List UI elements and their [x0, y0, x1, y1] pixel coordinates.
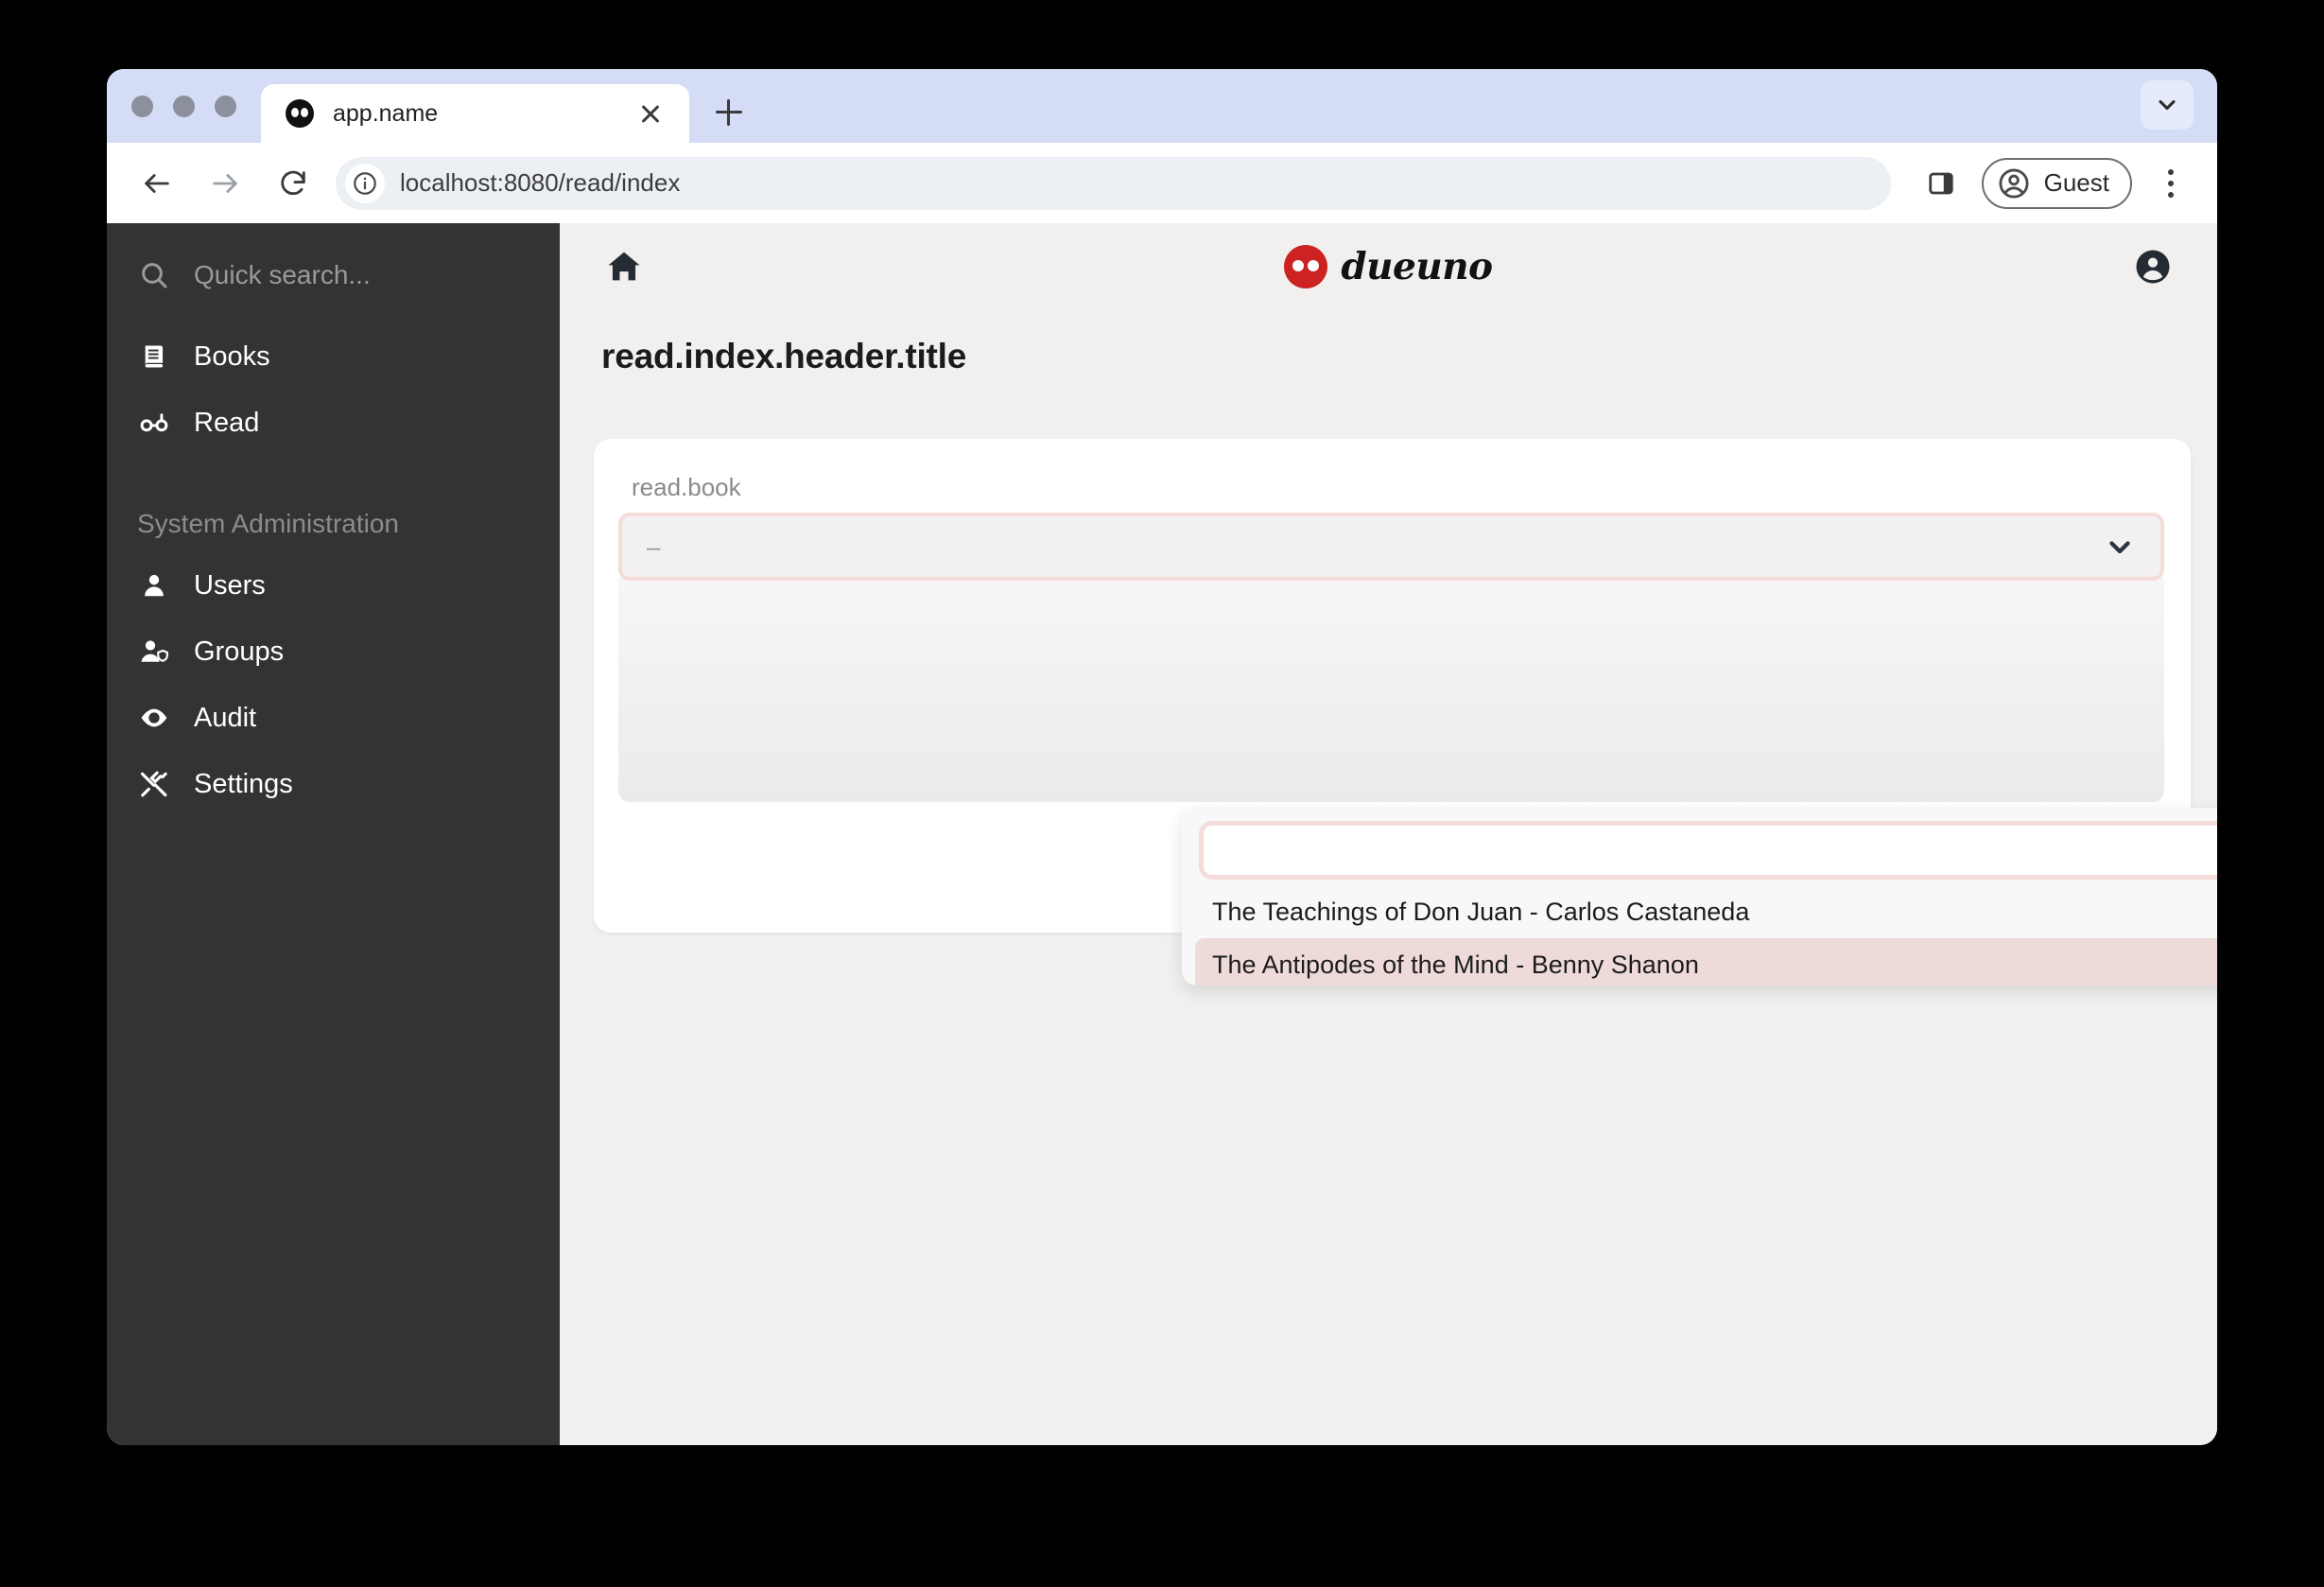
profile-label: Guest [2043, 168, 2109, 197]
sidebar-item-label: Settings [194, 768, 293, 799]
profile-button[interactable]: Guest [1981, 157, 2132, 209]
person-icon [137, 568, 171, 602]
sidebar-item-audit[interactable]: Audit [107, 685, 560, 751]
info-circle-icon[interactable] [345, 163, 385, 203]
brand-logo: dueuno [560, 245, 2217, 288]
sidebar-item-label: Groups [194, 636, 285, 667]
tools-icon [137, 767, 171, 801]
book-icon [137, 340, 171, 374]
chevron-down-icon[interactable] [2104, 531, 2136, 563]
sidebar-item-read[interactable]: Read [107, 390, 560, 456]
sidebar-item-label: Books [194, 340, 270, 372]
app-header: dueuno [560, 223, 2217, 310]
chevron-down-icon[interactable] [2141, 80, 2194, 130]
browser-window: app.name localhost:8080/read/index Guest… [107, 69, 2217, 1445]
glasses-icon [137, 406, 171, 440]
sidebar-item-label: Audit [194, 702, 257, 733]
book-select-value: – [647, 532, 661, 561]
page-title: read.index.header.title [601, 337, 967, 375]
side-panel-icon[interactable] [1917, 160, 1965, 207]
kebab-menu-icon[interactable] [2149, 158, 2193, 209]
sidebar-item-books[interactable]: Books [107, 323, 560, 390]
address-bar[interactable]: localhost:8080/read/index [336, 156, 1891, 210]
brand-name: dueuno [1341, 245, 1493, 288]
maximize-window-button[interactable] [215, 95, 236, 117]
sidebar-item-label: Read [194, 407, 260, 438]
sidebar-item-users[interactable]: Users [107, 552, 560, 619]
tab-title: app.name [333, 99, 439, 127]
plus-icon[interactable] [702, 86, 755, 139]
browser-tab[interactable]: app.name [261, 84, 689, 143]
dropdown-search-input[interactable] [1199, 821, 2217, 880]
dueuno-dots-icon [286, 99, 314, 128]
arrow-right-icon[interactable] [199, 158, 251, 209]
card-body-surface [618, 577, 2164, 802]
book-select[interactable]: – [618, 513, 2164, 581]
sidebar-item-label: Users [194, 569, 266, 601]
sidebar-item-groups[interactable]: Groups [107, 619, 560, 685]
window-traffic-lights [131, 69, 261, 143]
quick-search-placeholder: Quick search... [194, 260, 371, 289]
account-circle-icon [1999, 167, 2029, 199]
close-icon[interactable] [636, 99, 665, 128]
account-circle-icon[interactable] [2130, 244, 2176, 289]
sidebar: Quick search... Books Read System Admini… [107, 223, 560, 1445]
field-label-read-book: read.book [632, 473, 741, 501]
arrow-left-icon[interactable] [131, 158, 182, 209]
group-icon [137, 635, 171, 669]
sidebar-item-settings[interactable]: Settings [107, 751, 560, 817]
minimize-window-button[interactable] [173, 95, 195, 117]
close-window-button[interactable] [131, 95, 153, 117]
quick-search-input[interactable]: Quick search... [107, 244, 560, 306]
browser-tab-strip: app.name [107, 69, 2217, 143]
address-bar-url: localhost:8080/read/index [400, 168, 681, 197]
dueuno-dots-icon [1284, 245, 1328, 288]
search-icon [137, 258, 171, 292]
sidebar-section-title: System Administration [137, 509, 399, 538]
book-select-dropdown: The Teachings of Don Juan - Carlos Casta… [1182, 808, 2217, 985]
dropdown-option[interactable]: The Antipodes of the Mind - Benny Shanon [1195, 938, 2217, 985]
page-body: Quick search... Books Read System Admini… [107, 223, 2217, 1445]
sidebar-admin-nav: Users Groups Audit Settings [107, 552, 560, 817]
main-content: dueuno read.index.header.title read.book… [560, 223, 2217, 1445]
sidebar-main-nav: Books Read [107, 323, 560, 456]
dropdown-option[interactable]: The Teachings of Don Juan - Carlos Casta… [1195, 885, 2217, 938]
browser-toolbar: localhost:8080/read/index Guest [107, 143, 2217, 223]
reload-icon[interactable] [268, 158, 319, 209]
eye-icon [137, 701, 171, 735]
home-icon[interactable] [601, 244, 647, 289]
